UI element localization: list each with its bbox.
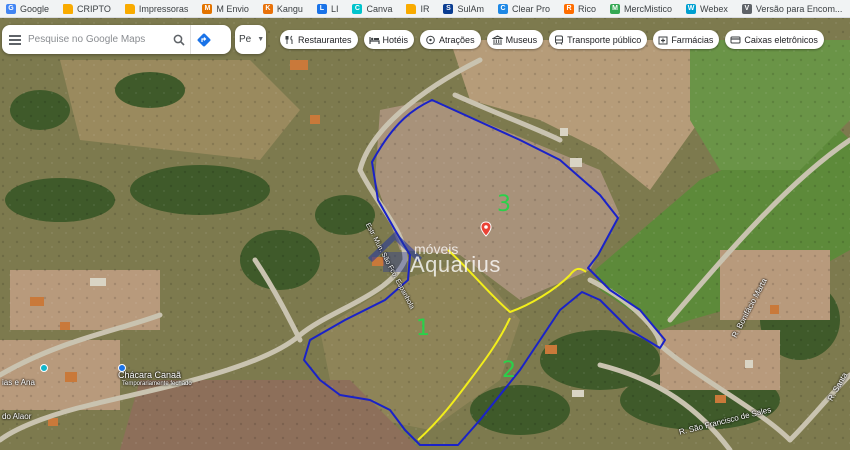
chip-atm[interactable]: Caixas eletrônicos bbox=[725, 30, 824, 49]
place-label-chacara-status: Temporariamente fechado bbox=[122, 381, 192, 387]
menu-icon[interactable] bbox=[2, 25, 28, 54]
merc-icon: M bbox=[610, 3, 621, 14]
place-pin-icon[interactable] bbox=[118, 364, 126, 372]
plot-number-2: 2 bbox=[502, 358, 516, 383]
folder-icon bbox=[406, 3, 417, 14]
bookmark-label: Google bbox=[20, 3, 50, 14]
bookmark-label: IR bbox=[420, 3, 430, 14]
search-input[interactable] bbox=[28, 34, 168, 45]
li-icon: L bbox=[316, 3, 327, 14]
restaurant-icon bbox=[285, 35, 295, 45]
chip-museum[interactable]: Museus bbox=[486, 30, 544, 49]
watermark-line-2: Aquarius bbox=[410, 252, 501, 277]
rico-icon: R bbox=[564, 3, 574, 14]
transit-icon bbox=[554, 35, 564, 45]
bookmark-item[interactable]: W Webex bbox=[686, 3, 728, 14]
place-label-alaor[interactable]: do Alaor bbox=[2, 412, 31, 421]
secondary-search-text: Pe bbox=[239, 34, 252, 45]
bookmark-item[interactable]: IR bbox=[406, 3, 430, 14]
bookmark-label: Kangu bbox=[276, 3, 303, 14]
directions-icon[interactable] bbox=[190, 25, 216, 54]
clear-icon: C bbox=[497, 3, 508, 14]
bookmark-item[interactable]: G Google bbox=[6, 3, 50, 14]
bookmark-label: Clear Pro bbox=[511, 3, 550, 14]
chip-hotel[interactable]: Hotéis bbox=[363, 30, 415, 49]
chip-pharmacy[interactable]: Farmácias bbox=[653, 30, 720, 49]
bookmark-item[interactable]: K Kangu bbox=[262, 3, 303, 14]
bookmark-item[interactable]: M MercMistico bbox=[610, 3, 673, 14]
folder-icon bbox=[124, 3, 135, 14]
plot-number-1: 1 bbox=[416, 316, 430, 341]
bookmark-label: Versão para Encom... bbox=[755, 3, 843, 14]
webex-icon: W bbox=[686, 3, 697, 14]
attractions-icon bbox=[425, 35, 436, 45]
bookmark-label: Rico bbox=[578, 3, 597, 14]
atm-icon bbox=[730, 35, 741, 45]
chip-label: Atrações bbox=[439, 34, 475, 45]
chip-label: Caixas eletrônicos bbox=[744, 34, 818, 45]
bookmark-label: LI bbox=[330, 3, 339, 14]
place-label-chacara[interactable]: Chácara Canaã bbox=[118, 370, 181, 380]
doc-icon: V bbox=[741, 3, 752, 14]
chip-label: Farmácias bbox=[671, 34, 714, 45]
secondary-search-box[interactable]: Pe ▼ bbox=[235, 25, 266, 54]
bookmark-label: Impressoras bbox=[138, 3, 189, 14]
bookmark-item[interactable]: CRIPTO bbox=[63, 3, 111, 14]
canva-icon: C bbox=[352, 3, 363, 14]
folder-icon bbox=[63, 3, 74, 14]
chip-label: Hotéis bbox=[382, 34, 409, 45]
bookmark-label: Canva bbox=[366, 3, 393, 14]
search-icon[interactable] bbox=[168, 25, 190, 54]
google-icon: G bbox=[6, 3, 16, 14]
envio-icon: M bbox=[202, 3, 213, 14]
chip-transit[interactable]: Transporte público bbox=[549, 30, 648, 49]
bookmark-label: SulAm bbox=[457, 3, 484, 14]
chip-label: Transporte público bbox=[567, 34, 642, 45]
dropdown-icon[interactable]: ▼ bbox=[257, 36, 264, 43]
bookmark-item[interactable]: R Rico bbox=[564, 3, 597, 14]
hotel-icon bbox=[368, 35, 380, 45]
bookmark-item[interactable]: L LI bbox=[316, 3, 339, 14]
bookmark-item[interactable]: V Versão para Encom... bbox=[741, 3, 843, 14]
bookmark-label: M Envio bbox=[216, 3, 249, 14]
bookmark-label: Webex bbox=[700, 3, 728, 14]
bookmark-label: CRIPTO bbox=[77, 3, 111, 14]
kangu-icon: K bbox=[262, 3, 273, 14]
category-chips: Restaurantes Hotéis Atrações Museus Transpor… bbox=[280, 30, 830, 49]
pharmacy-icon bbox=[658, 35, 668, 45]
search-box bbox=[2, 25, 231, 54]
chip-label: Museus bbox=[505, 34, 538, 45]
place-label-ana[interactable]: ias e Ana bbox=[2, 378, 35, 387]
bookmark-item[interactable]: C Clear Pro bbox=[497, 3, 550, 14]
chip-attractions[interactable]: Atrações bbox=[420, 30, 481, 49]
museum-icon bbox=[491, 34, 503, 45]
sulam-icon: S bbox=[443, 3, 454, 14]
bookmark-item[interactable]: Impressoras bbox=[124, 3, 189, 14]
bookmarks-bar: G Google CRIPTO Impressoras M M Envio K Kangu L L… bbox=[0, 0, 850, 18]
bookmark-item[interactable]: MM Envio bbox=[202, 3, 249, 14]
chip-label: Restaurantes bbox=[298, 34, 352, 45]
bookmark-item[interactable]: S SulAm bbox=[443, 3, 484, 14]
place-pin-icon[interactable] bbox=[40, 364, 48, 372]
bookmark-label: MercMistico bbox=[624, 3, 673, 14]
plot-number-3: 3 bbox=[497, 192, 511, 217]
bookmark-item[interactable]: C Canva bbox=[352, 3, 393, 14]
chip-restaurant[interactable]: Restaurantes bbox=[280, 30, 358, 49]
